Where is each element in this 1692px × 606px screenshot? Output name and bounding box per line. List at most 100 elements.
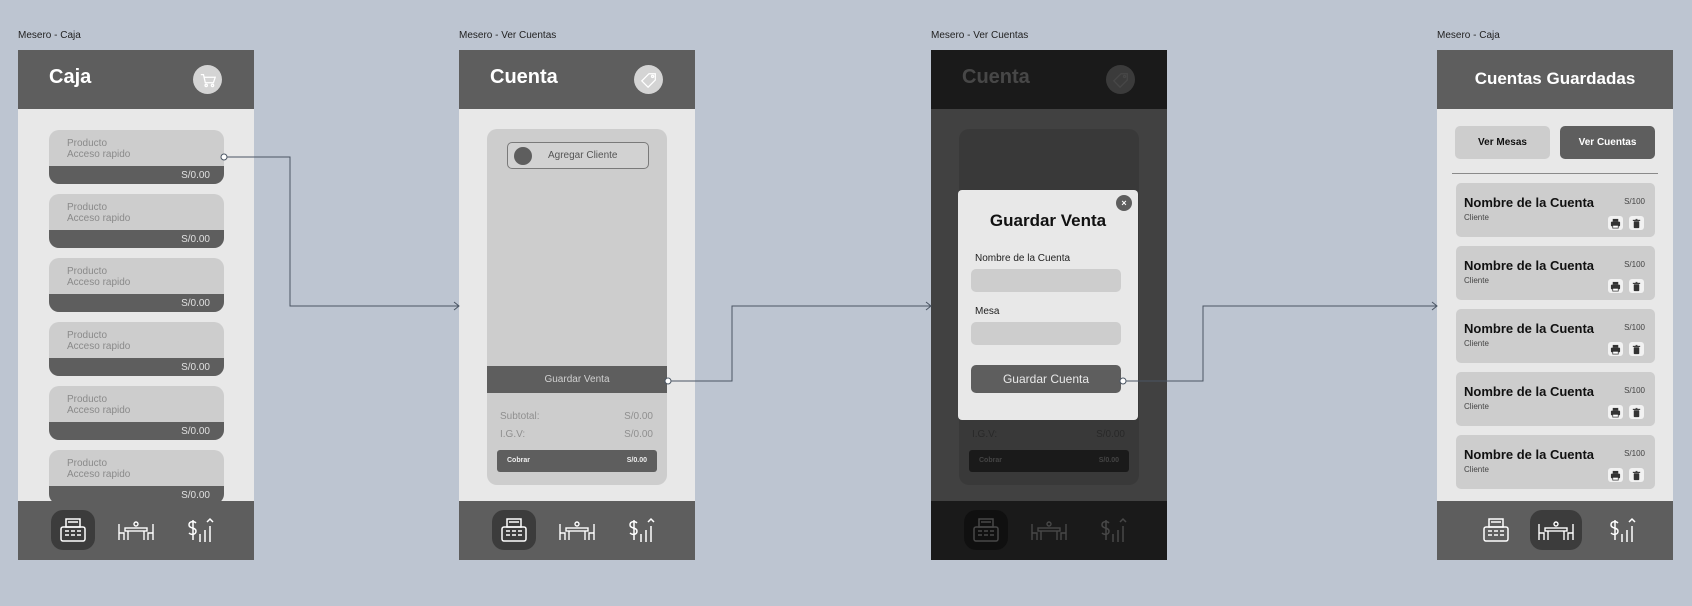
product-card[interactable]: Producto Acceso rapido S/0.00 bbox=[49, 386, 224, 440]
product-subtitle: Acceso rapido bbox=[67, 405, 131, 416]
screen-caja: Caja Producto Acceso rapido S/0.00 Produ… bbox=[18, 50, 254, 560]
account-card[interactable]: Nombre de la Cuenta S/100 Cliente bbox=[1456, 435, 1655, 489]
account-name: Nombre de la Cuenta bbox=[1464, 195, 1595, 210]
igv-row: I.G.V: S/0.00 bbox=[500, 429, 653, 440]
page-title: Cuenta bbox=[490, 66, 558, 88]
product-card[interactable]: Producto Acceso rapido S/0.00 bbox=[49, 450, 224, 504]
product-name: Producto bbox=[67, 458, 108, 469]
divider bbox=[1452, 173, 1658, 174]
product-price: S/0.00 bbox=[181, 234, 210, 245]
print-icon[interactable] bbox=[1608, 405, 1623, 419]
product-card[interactable]: Producto Acceso rapido S/0.00 bbox=[49, 258, 224, 312]
product-subtitle: Acceso rapido bbox=[67, 341, 131, 352]
nav-tables-button[interactable] bbox=[555, 510, 599, 550]
subtotal-label: Subtotal: bbox=[500, 411, 540, 422]
tab-ver-mesas[interactable]: Ver Mesas bbox=[1455, 126, 1550, 159]
product-price: S/0.00 bbox=[181, 426, 210, 437]
subtotal-row: Subtotal: S/0.00 bbox=[500, 411, 653, 422]
igv-value: S/0.00 bbox=[624, 429, 653, 440]
product-price: S/0.00 bbox=[181, 362, 210, 373]
product-subtitle: Acceso rapido bbox=[67, 277, 131, 288]
sales-growth-icon bbox=[183, 514, 215, 546]
frame-label-ver-cuentas-modal: Mesero - Ver Cuentas bbox=[931, 30, 1029, 41]
save-sale-button[interactable]: Guardar Venta bbox=[487, 366, 667, 393]
print-icon[interactable] bbox=[1608, 279, 1623, 293]
account-total: S/100 bbox=[1624, 449, 1645, 458]
tab-ver-cuentas[interactable]: Ver Cuentas bbox=[1560, 126, 1655, 159]
dining-table-icon bbox=[1536, 514, 1576, 546]
product-name: Producto bbox=[67, 266, 108, 277]
nav-sales-button[interactable] bbox=[1599, 510, 1643, 550]
product-subtitle: Acceso rapido bbox=[67, 149, 131, 160]
bottom-nav bbox=[459, 501, 695, 560]
trash-icon[interactable] bbox=[1629, 342, 1644, 356]
trash-icon[interactable] bbox=[1629, 216, 1644, 230]
product-card[interactable]: Producto Acceso rapido S/0.00 bbox=[49, 322, 224, 376]
tag-icon[interactable] bbox=[634, 65, 663, 94]
connector-2 bbox=[668, 305, 931, 382]
account-card[interactable]: Nombre de la Cuenta S/100 Cliente bbox=[1456, 372, 1655, 426]
save-account-button[interactable]: Guardar Cuenta bbox=[971, 365, 1121, 393]
product-subtitle: Acceso rapido bbox=[67, 469, 131, 480]
header: Caja bbox=[18, 50, 254, 109]
table-label: Mesa bbox=[975, 306, 1000, 317]
product-price: S/0.00 bbox=[181, 298, 210, 309]
nav-sales-button[interactable] bbox=[618, 510, 662, 550]
sales-growth-icon bbox=[624, 514, 656, 546]
account-card[interactable]: Nombre de la Cuenta S/100 Cliente bbox=[1456, 246, 1655, 300]
product-subtitle: Acceso rapido bbox=[67, 213, 131, 224]
charge-button[interactable]: Cobrar S/0.00 bbox=[497, 450, 657, 472]
cash-register-icon bbox=[498, 514, 530, 546]
print-icon[interactable] bbox=[1608, 468, 1623, 482]
print-icon[interactable] bbox=[1608, 216, 1623, 230]
account-card[interactable]: Nombre de la Cuenta S/100 Cliente bbox=[1456, 183, 1655, 237]
account-name: Nombre de la Cuenta bbox=[1464, 258, 1595, 273]
cart-icon[interactable] bbox=[193, 65, 222, 94]
account-card[interactable]: Nombre de la Cuenta S/100 Cliente bbox=[1456, 309, 1655, 363]
screen-cuentas-guardadas: Cuentas Guardadas Ver Mesas Ver Cuentas … bbox=[1437, 50, 1673, 560]
account-total: S/100 bbox=[1624, 260, 1645, 269]
modal-title: Guardar Venta bbox=[989, 211, 1107, 230]
account-name-input[interactable] bbox=[971, 269, 1121, 292]
subtotal-value: S/0.00 bbox=[624, 411, 653, 422]
product-card[interactable]: Producto Acceso rapido S/0.00 bbox=[49, 194, 224, 248]
add-client-button[interactable]: Agregar Cliente bbox=[507, 142, 649, 169]
trash-icon[interactable] bbox=[1629, 468, 1644, 482]
close-icon[interactable]: × bbox=[1116, 195, 1132, 211]
nav-tables-button[interactable] bbox=[1530, 510, 1582, 550]
dining-table-icon bbox=[116, 514, 156, 546]
page-title: Caja bbox=[49, 66, 92, 88]
table-input[interactable] bbox=[971, 322, 1121, 345]
cash-register-icon bbox=[1480, 514, 1512, 546]
product-price: S/0.00 bbox=[181, 170, 210, 181]
nav-sales-button[interactable] bbox=[177, 510, 221, 550]
account-total: S/100 bbox=[1624, 386, 1645, 395]
trash-icon[interactable] bbox=[1629, 279, 1644, 293]
nav-cash-register-button[interactable] bbox=[1474, 510, 1518, 550]
header: Cuentas Guardadas bbox=[1437, 50, 1673, 109]
bottom-nav bbox=[1437, 501, 1673, 560]
frame-label-caja: Mesero - Caja bbox=[18, 30, 81, 41]
product-name: Producto bbox=[67, 394, 108, 405]
screen-cuenta-modal: Cuenta I.G.V: S/0.00 Cobrar S/0.00 × Gua… bbox=[931, 50, 1167, 560]
product-card[interactable]: Producto Acceso rapido S/0.00 bbox=[49, 130, 224, 184]
dining-table-icon bbox=[557, 514, 597, 546]
frame-label-ver-cuentas: Mesero - Ver Cuentas bbox=[459, 30, 557, 41]
print-icon[interactable] bbox=[1608, 342, 1623, 356]
product-price: S/0.00 bbox=[181, 490, 210, 501]
header: Cuenta bbox=[459, 50, 695, 109]
account-client: Cliente bbox=[1464, 402, 1489, 411]
account-name-label: Nombre de la Cuenta bbox=[975, 253, 1071, 264]
nav-tables-button[interactable] bbox=[114, 510, 158, 550]
screen-cuenta: Cuenta Agregar Cliente Guardar Venta Sub… bbox=[459, 50, 695, 560]
nav-cash-register-button[interactable] bbox=[51, 510, 95, 550]
connector-3 bbox=[1123, 305, 1437, 382]
sales-growth-icon bbox=[1605, 514, 1637, 546]
product-name: Producto bbox=[67, 138, 108, 149]
nav-cash-register-button[interactable] bbox=[492, 510, 536, 550]
account-total: S/100 bbox=[1624, 323, 1645, 332]
add-client-label: Agregar Cliente bbox=[548, 150, 618, 161]
account-client: Cliente bbox=[1464, 339, 1489, 348]
account-total: S/100 bbox=[1624, 197, 1645, 206]
trash-icon[interactable] bbox=[1629, 405, 1644, 419]
